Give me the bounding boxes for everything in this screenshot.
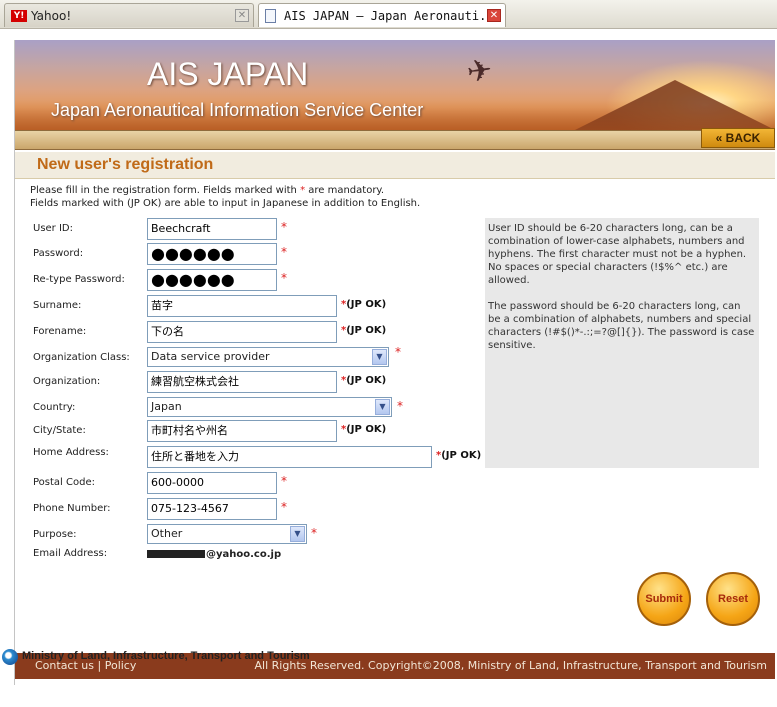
- forename-label: Forename:: [33, 326, 87, 337]
- jp-ok-note: *(JP OK): [341, 375, 387, 386]
- password-label: Password:: [33, 248, 84, 259]
- ministry-bar: Ministry of Land, Infrastructure, Transp…: [0, 645, 777, 667]
- organization-label: Organization:: [33, 376, 101, 387]
- site-subtitle: Japan Aeronautical Information Service C…: [51, 100, 424, 120]
- tab-title: Yahoo!: [31, 8, 72, 23]
- phone-number-label: Phone Number:: [33, 503, 111, 514]
- email-label: Email Address:: [33, 548, 108, 559]
- password-input[interactable]: ●●●●●●: [147, 243, 277, 265]
- surname-label: Surname:: [33, 300, 82, 311]
- city-state-input[interactable]: 市町村名や州名: [147, 420, 337, 442]
- user-id-help: User ID should be 6-20 characters long, …: [488, 223, 747, 286]
- close-icon[interactable]: ✕: [487, 9, 501, 22]
- country-label: Country:: [33, 402, 76, 413]
- home-address-input[interactable]: 住所と番地を入力: [147, 446, 432, 468]
- required-mark: *: [281, 220, 287, 234]
- jp-ok-note: *(JP OK): [341, 299, 387, 310]
- heading-bar: New user's registration: [15, 152, 775, 179]
- ministry-name: Ministry of Land, Infrastructure, Transp…: [22, 650, 310, 662]
- purpose-select[interactable]: Other ▼: [147, 524, 307, 544]
- user-id-input[interactable]: Beechcraft: [147, 218, 277, 240]
- purpose-label: Purpose:: [33, 529, 77, 540]
- page-content: ✈ AIS JAPAN Japan Aeronautical Informati…: [14, 40, 775, 685]
- postal-code-label: Postal Code:: [33, 477, 95, 488]
- banner-ribbon: [15, 130, 775, 150]
- page-title: New user's registration: [37, 156, 214, 173]
- close-icon[interactable]: ✕: [235, 9, 249, 22]
- chevron-down-icon[interactable]: ▼: [372, 349, 387, 365]
- tab-yahoo[interactable]: Y! Yahoo! ✕: [4, 3, 254, 27]
- country-select[interactable]: Japan ▼: [147, 397, 392, 417]
- site-title: AIS JAPAN: [147, 56, 309, 92]
- redacted-block: [147, 550, 205, 558]
- required-mark: *: [281, 500, 287, 514]
- yahoo-favicon-icon: Y!: [11, 9, 27, 22]
- phone-number-input[interactable]: 075-123-4567: [147, 498, 277, 520]
- help-panel: User ID should be 6-20 characters long, …: [485, 218, 759, 468]
- retype-password-label: Re-type Password:: [33, 274, 125, 285]
- organization-input[interactable]: 練習航空株式会社: [147, 371, 337, 393]
- required-mark: *: [281, 271, 287, 285]
- document-icon: [265, 8, 276, 23]
- submit-button[interactable]: Submit: [637, 572, 691, 626]
- city-state-label: City/State:: [33, 425, 86, 436]
- organization-class-label: Organization Class:: [33, 352, 130, 363]
- tab-ais-japan[interactable]: AIS JAPAN – Japan Aeronauti... ✕: [258, 3, 506, 27]
- registration-form: User ID: Beechcraft * Password: ●●●●●● *…: [15, 216, 485, 561]
- required-mark: *: [281, 474, 287, 488]
- postal-code-input[interactable]: 600-0000: [147, 472, 277, 494]
- chevron-down-icon[interactable]: ▼: [290, 526, 305, 542]
- chevron-down-icon[interactable]: ▼: [375, 399, 390, 415]
- airplane-icon: ✈: [464, 52, 495, 91]
- jp-ok-note: *(JP OK): [341, 424, 387, 435]
- back-button[interactable]: « BACK: [701, 128, 775, 148]
- home-address-label: Home Address:: [33, 447, 109, 458]
- jp-ok-note: *(JP OK): [436, 450, 482, 461]
- required-mark: *: [281, 245, 287, 259]
- organization-class-select[interactable]: Data service provider ▼: [147, 347, 389, 367]
- email-value: @yahoo.co.jp: [147, 549, 281, 560]
- site-banner: ✈ AIS JAPAN Japan Aeronautical Informati…: [15, 40, 775, 130]
- retype-password-input[interactable]: ●●●●●●: [147, 269, 277, 291]
- password-help: The password should be 6-20 characters l…: [488, 301, 755, 351]
- reset-button[interactable]: Reset: [706, 572, 760, 626]
- ministry-logo-icon: [2, 649, 18, 665]
- required-mark: *: [311, 526, 317, 540]
- browser-tab-bar: Y! Yahoo! ✕ AIS JAPAN – Japan Aeronauti.…: [0, 0, 777, 29]
- forename-input[interactable]: 下の名: [147, 321, 337, 343]
- form-instructions: Please fill in the registration form. Fi…: [30, 185, 421, 209]
- required-mark: *: [395, 345, 401, 359]
- surname-input[interactable]: 苗字: [147, 295, 337, 317]
- jp-ok-note: *(JP OK): [341, 325, 387, 336]
- required-mark: *: [397, 399, 403, 413]
- tab-title: AIS JAPAN – Japan Aeronauti...: [284, 8, 487, 23]
- user-id-label: User ID:: [33, 223, 73, 234]
